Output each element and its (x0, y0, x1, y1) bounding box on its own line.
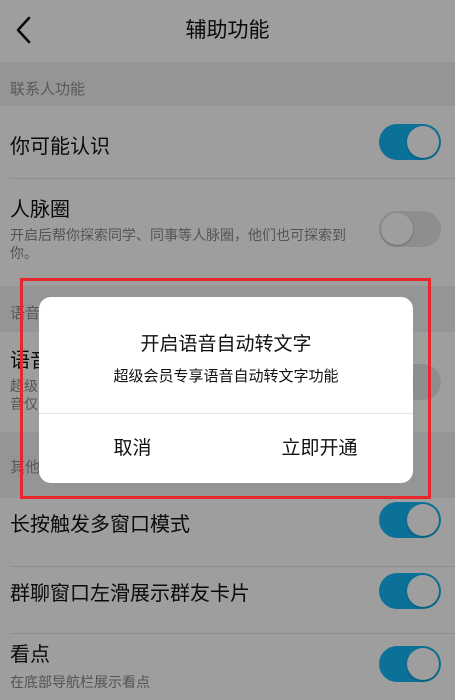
highlight-box (20, 278, 431, 499)
settings-page: 辅助功能 联系人功能 你可能认识 人脉圈 开启后帮你探索同学、同事等人脉圈，他们… (0, 0, 455, 700)
